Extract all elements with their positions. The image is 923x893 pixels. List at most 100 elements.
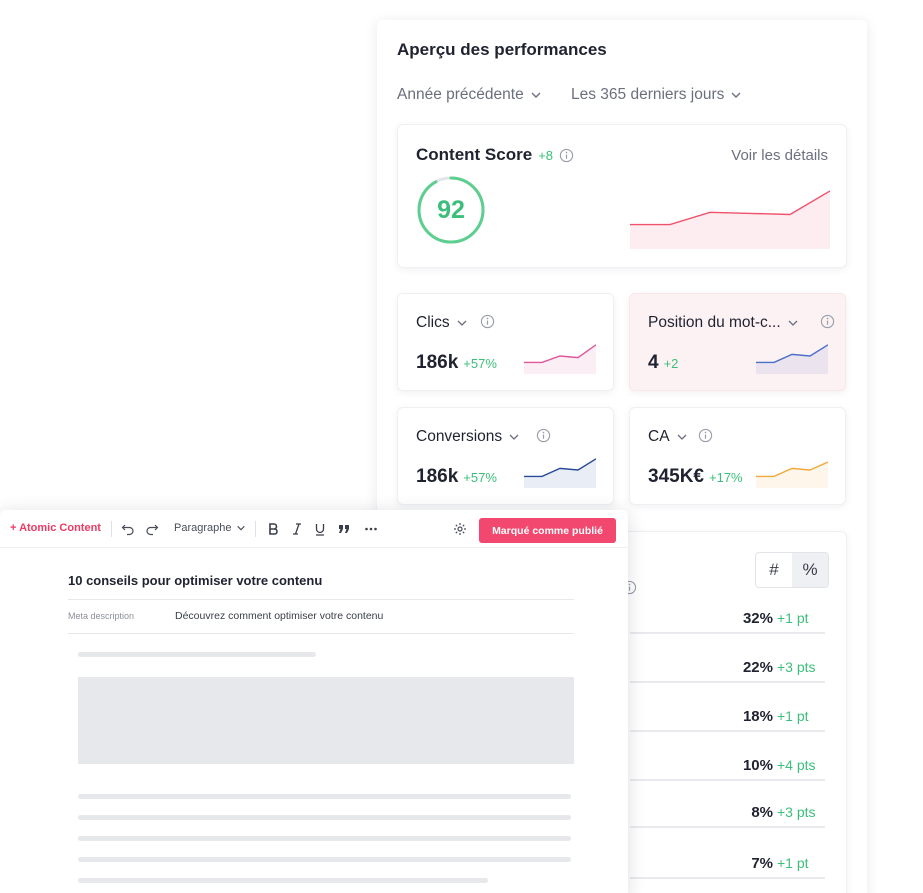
metric-sparkline <box>756 452 828 488</box>
metric-value: 4 <box>648 352 659 373</box>
paragraph-style-dropdown[interactable]: Paragraphe <box>174 522 246 534</box>
metric-value-group: 186k +57% <box>416 466 497 488</box>
table-row: 10% +4 pts <box>630 751 825 781</box>
row-delta: +1 pt <box>777 610 809 626</box>
row-percent: 8% <box>751 804 773 821</box>
table-row: 18% +1 pt <box>630 702 825 732</box>
sparkline-area <box>524 458 596 488</box>
sparkline-area <box>756 344 828 374</box>
chevron-down-icon <box>236 525 245 531</box>
toggle-count-button[interactable]: # <box>756 553 792 587</box>
chevron-down-icon <box>457 320 467 326</box>
mark-published-button[interactable]: Marqué comme publié <box>479 518 616 543</box>
metric-delta: +57% <box>463 356 497 371</box>
table-row: 8% +3 pts <box>630 798 825 828</box>
content-skeleton-line <box>78 652 316 657</box>
info-icon[interactable] <box>820 314 835 329</box>
row-percent: 10% <box>742 757 773 774</box>
unit-toggle: # % <box>755 552 829 588</box>
info-icon[interactable] <box>698 428 713 443</box>
undo-icon[interactable] <box>121 522 135 536</box>
brand-menu[interactable]: + Atomic Content <box>10 522 101 534</box>
toggle-percent-button[interactable]: % <box>792 553 828 587</box>
table-row: 22% +3 pts <box>630 653 825 683</box>
metric-value: 186k <box>416 352 459 373</box>
period-compare-label: Année précédente <box>397 86 524 103</box>
metric-value-group: 345K€ +17% <box>648 466 743 488</box>
chevron-down-icon <box>677 434 687 440</box>
row-percent: 18% <box>742 708 773 725</box>
chevron-down-icon <box>509 434 519 440</box>
metric-label-dropdown[interactable]: CA <box>648 428 688 446</box>
chevron-down-icon <box>788 320 798 326</box>
period-range-label: Les 365 derniers jours <box>571 86 725 103</box>
row-delta: +3 pts <box>777 659 816 675</box>
content-editor: + Atomic Content Paragraphe Marqué comme… <box>0 510 628 893</box>
content-skeleton-line <box>78 878 488 883</box>
toolbar-divider <box>111 521 112 537</box>
row-percent: 32% <box>742 610 773 627</box>
metric-delta: +2 <box>663 356 679 371</box>
italic-icon[interactable] <box>290 522 304 536</box>
table-row: 32% +1 pt <box>630 604 825 634</box>
meta-description-field[interactable] <box>175 610 555 622</box>
content-score-label: Content Score <box>416 145 533 164</box>
divider <box>68 599 574 600</box>
row-percent: 22% <box>742 659 773 676</box>
meta-description-label: Meta description <box>68 611 135 621</box>
settings-gear-icon[interactable] <box>453 522 467 536</box>
info-icon[interactable] <box>559 148 574 163</box>
metric-value-group: 4 +2 <box>648 352 678 374</box>
info-icon[interactable] <box>536 428 551 443</box>
metric-delta: +57% <box>463 470 497 485</box>
metric-label: Conversions <box>416 428 503 445</box>
underline-icon[interactable] <box>313 522 327 536</box>
metric-value-group: 186k +57% <box>416 352 497 374</box>
metric-label-dropdown[interactable]: Conversions <box>416 428 520 446</box>
chevron-down-icon <box>531 92 541 98</box>
metric-label-dropdown[interactable]: Clics <box>416 314 468 332</box>
redo-icon[interactable] <box>145 522 159 536</box>
view-details-link[interactable]: Voir les détails <box>731 147 828 164</box>
metric-value: 186k <box>416 466 459 487</box>
info-icon[interactable] <box>480 314 495 329</box>
sparkline-area <box>756 462 828 488</box>
more-options-icon[interactable] <box>364 522 378 536</box>
content-skeleton-line <box>78 836 571 841</box>
bold-icon[interactable] <box>266 522 280 536</box>
metric-label-dropdown[interactable]: Position du mot-c... <box>648 314 799 332</box>
sparkline-area <box>630 191 830 249</box>
metric-label: CA <box>648 428 670 445</box>
quote-icon[interactable] <box>337 522 351 536</box>
document-title[interactable]: 10 conseils pour optimiser votre contenu <box>68 573 322 588</box>
row-delta: +1 pt <box>777 708 809 724</box>
period-range-dropdown[interactable]: Les 365 derniers jours <box>571 86 742 104</box>
content-score-delta: +8 <box>538 147 554 163</box>
metric-card-clics[interactable]: Clics 186k +57% <box>397 293 614 391</box>
metric-sparkline <box>756 338 828 374</box>
paragraph-style-label: Paragraphe <box>174 522 232 534</box>
toolbar-divider <box>255 521 256 537</box>
content-score-heading: Content Score +8 <box>416 145 574 165</box>
content-score-card: Content Score +8 Voir les détails 92 <box>397 124 847 268</box>
content-score-sparkline <box>630 189 830 249</box>
divider <box>68 633 574 634</box>
metric-label: Position du mot-c... <box>648 314 781 331</box>
row-delta: +3 pts <box>777 804 816 820</box>
metric-value: 345K€ <box>648 466 704 487</box>
row-delta: +4 pts <box>777 757 816 773</box>
metric-card-ca[interactable]: CA 345K€ +17% <box>629 407 846 505</box>
metric-card-conversions[interactable]: Conversions 186k +57% <box>397 407 614 505</box>
metric-card-position[interactable]: Position du mot-c... 4 +2 <box>629 293 846 391</box>
chevron-down-icon <box>731 92 741 98</box>
metric-sparkline <box>524 452 596 488</box>
metric-delta: +17% <box>709 470 743 485</box>
image-placeholder[interactable] <box>78 677 574 764</box>
content-skeleton-line <box>78 794 571 799</box>
metric-sparkline <box>524 338 596 374</box>
content-skeleton-line <box>78 815 571 820</box>
sparkline-area <box>524 344 596 374</box>
editor-toolbar: + Atomic Content Paragraphe Marqué comme… <box>0 510 628 548</box>
row-delta: +1 pt <box>777 855 809 871</box>
period-compare-dropdown[interactable]: Année précédente <box>397 86 542 104</box>
